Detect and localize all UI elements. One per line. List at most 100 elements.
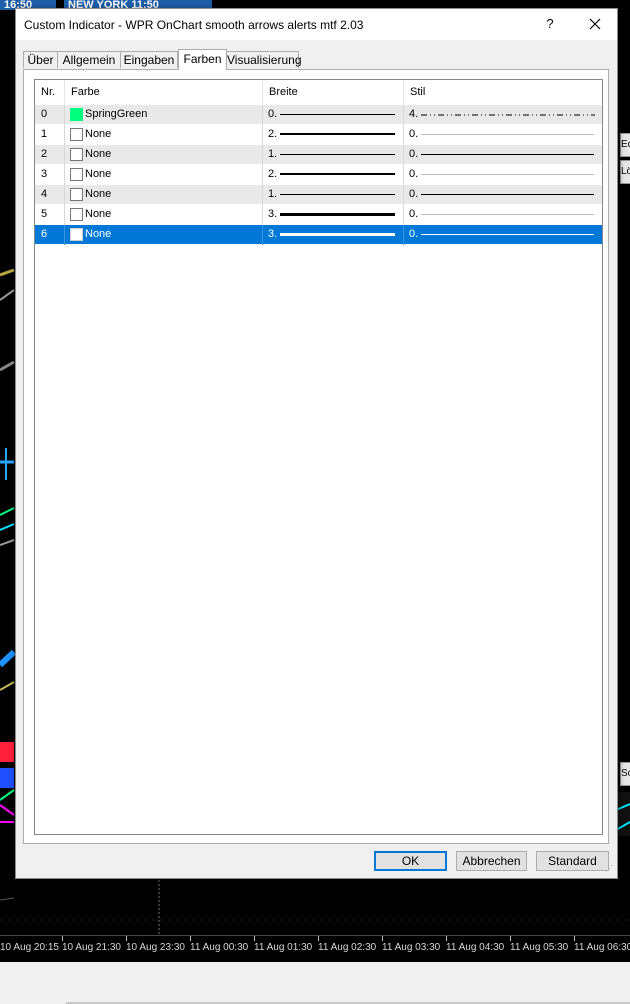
color-cell[interactable]: None bbox=[65, 225, 263, 245]
style-value: 0. bbox=[409, 128, 419, 140]
side-tab-1[interactable]: Ec bbox=[620, 133, 630, 157]
custom-indicator-dialog: Custom Indicator - WPR OnChart smooth ar… bbox=[15, 8, 618, 879]
list-header: Nr. Farbe Breite Stil bbox=[35, 80, 602, 106]
width-cell[interactable]: 1. bbox=[263, 145, 404, 165]
time-tick bbox=[254, 936, 255, 941]
color-name: None bbox=[85, 168, 112, 180]
row-number: 4 bbox=[35, 185, 65, 205]
style-value: 0. bbox=[409, 148, 419, 160]
time-label: 11 Aug 03:30 bbox=[382, 942, 441, 953]
time-label: 11 Aug 06:30 bbox=[574, 942, 630, 953]
width-cell[interactable]: 3. bbox=[263, 225, 404, 245]
color-name: None bbox=[85, 148, 112, 160]
color-name: None bbox=[85, 228, 112, 240]
cancel-button[interactable]: Abbrechen bbox=[456, 851, 527, 871]
color-name: None bbox=[85, 208, 112, 220]
row-number: 1 bbox=[35, 125, 65, 145]
style-cell[interactable]: 0. bbox=[404, 205, 602, 225]
column-header-nr[interactable]: Nr. bbox=[35, 80, 65, 105]
row-number: 3 bbox=[35, 165, 65, 185]
ok-button[interactable]: OK bbox=[374, 851, 447, 871]
style-value: 0. bbox=[409, 188, 419, 200]
style-line-preview bbox=[421, 174, 594, 175]
style-value: 0. bbox=[409, 228, 419, 240]
width-line-preview bbox=[280, 154, 395, 155]
dialog-titlebar[interactable]: Custom Indicator - WPR OnChart smooth ar… bbox=[16, 9, 617, 40]
dialog-title: Custom Indicator - WPR OnChart smooth ar… bbox=[24, 18, 364, 32]
style-value: 4. bbox=[409, 108, 419, 120]
color-name: None bbox=[85, 188, 112, 200]
side-tab-3[interactable]: Sc bbox=[620, 762, 630, 786]
tab-farben[interactable]: Farben bbox=[178, 49, 227, 70]
style-line-preview bbox=[421, 214, 594, 215]
style-cell[interactable]: 0. bbox=[404, 145, 602, 165]
tab-visualisierung[interactable]: Visualisierung bbox=[226, 51, 302, 68]
time-tick bbox=[190, 936, 191, 941]
width-value: 1. bbox=[268, 188, 278, 200]
table-row[interactable]: 1 None 2. 0. bbox=[35, 125, 602, 145]
width-cell[interactable]: 0. bbox=[263, 105, 404, 125]
width-value: 2. bbox=[268, 168, 278, 180]
time-tick bbox=[382, 936, 383, 941]
color-swatch bbox=[70, 168, 83, 181]
width-cell[interactable]: 2. bbox=[263, 165, 404, 185]
time-label: 11 Aug 02:30 bbox=[318, 942, 377, 953]
style-line-preview bbox=[421, 114, 595, 116]
row-number: 6 bbox=[35, 225, 65, 245]
table-row[interactable]: 2 None 1. 0. bbox=[35, 145, 602, 165]
color-cell[interactable]: None bbox=[65, 205, 263, 225]
color-swatch bbox=[70, 128, 83, 141]
tab-allgemein[interactable]: Allgemein bbox=[57, 51, 121, 68]
time-tick bbox=[62, 936, 63, 941]
standard-button[interactable]: Standard bbox=[536, 851, 609, 871]
color-cell[interactable]: None bbox=[65, 145, 263, 165]
close-button[interactable] bbox=[582, 13, 608, 35]
help-button[interactable]: ? bbox=[538, 13, 562, 35]
table-row[interactable]: 4 None 1. 0. bbox=[35, 185, 602, 205]
status-strip bbox=[0, 962, 630, 1004]
width-cell[interactable]: 3. bbox=[263, 205, 404, 225]
color-cell[interactable]: None bbox=[65, 165, 263, 185]
width-value: 2. bbox=[268, 128, 278, 140]
side-tab-2[interactable]: Lö bbox=[620, 160, 630, 184]
width-cell[interactable]: 1. bbox=[263, 185, 404, 205]
column-header-breite[interactable]: Breite bbox=[263, 80, 404, 105]
width-cell[interactable]: 2. bbox=[263, 125, 404, 145]
colors-tab-panel: Nr. Farbe Breite Stil 0 SpringGreen 0. 4… bbox=[23, 69, 609, 844]
colors-list[interactable]: Nr. Farbe Breite Stil 0 SpringGreen 0. 4… bbox=[34, 79, 603, 835]
time-tick bbox=[318, 936, 319, 941]
column-header-stil[interactable]: Stil bbox=[404, 80, 602, 105]
time-label: 10 Aug 21:30 bbox=[62, 942, 121, 953]
style-line-preview bbox=[421, 194, 594, 195]
time-label: 11 Aug 05:30 bbox=[510, 942, 569, 953]
style-cell[interactable]: 0. bbox=[404, 165, 602, 185]
row-number: 0 bbox=[35, 105, 65, 125]
column-header-farbe[interactable]: Farbe bbox=[65, 80, 263, 105]
style-value: 0. bbox=[409, 208, 419, 220]
style-cell[interactable]: 0. bbox=[404, 125, 602, 145]
time-label: 11 Aug 00:30 bbox=[190, 942, 249, 953]
style-cell[interactable]: 0. bbox=[404, 225, 602, 245]
color-swatch bbox=[70, 148, 83, 161]
color-cell[interactable]: SpringGreen bbox=[65, 105, 263, 125]
color-cell[interactable]: None bbox=[65, 185, 263, 205]
style-value: 0. bbox=[409, 168, 419, 180]
row-number: 5 bbox=[35, 205, 65, 225]
table-row[interactable]: 3 None 2. 0. bbox=[35, 165, 602, 185]
style-line-preview bbox=[421, 234, 594, 235]
color-swatch bbox=[70, 188, 83, 201]
table-row-selected[interactable]: 6 None 3. 0. bbox=[35, 225, 602, 245]
table-row[interactable]: 0 SpringGreen 0. 4. bbox=[35, 105, 602, 125]
tab-eingaben[interactable]: Eingaben bbox=[120, 51, 178, 68]
table-row[interactable]: 5 None 3. 0. bbox=[35, 205, 602, 225]
time-label: 10 Aug 20:15 bbox=[0, 942, 59, 953]
tab-uber[interactable]: Über bbox=[23, 51, 58, 68]
color-cell[interactable]: None bbox=[65, 125, 263, 145]
style-cell[interactable]: 4. bbox=[404, 105, 602, 125]
resize-grip-icon[interactable]: ⋰ bbox=[605, 865, 615, 876]
color-name: SpringGreen bbox=[85, 108, 148, 120]
width-value: 1. bbox=[268, 148, 278, 160]
color-swatch bbox=[70, 208, 83, 221]
style-cell[interactable]: 0. bbox=[404, 185, 602, 205]
width-line-preview bbox=[280, 213, 395, 216]
